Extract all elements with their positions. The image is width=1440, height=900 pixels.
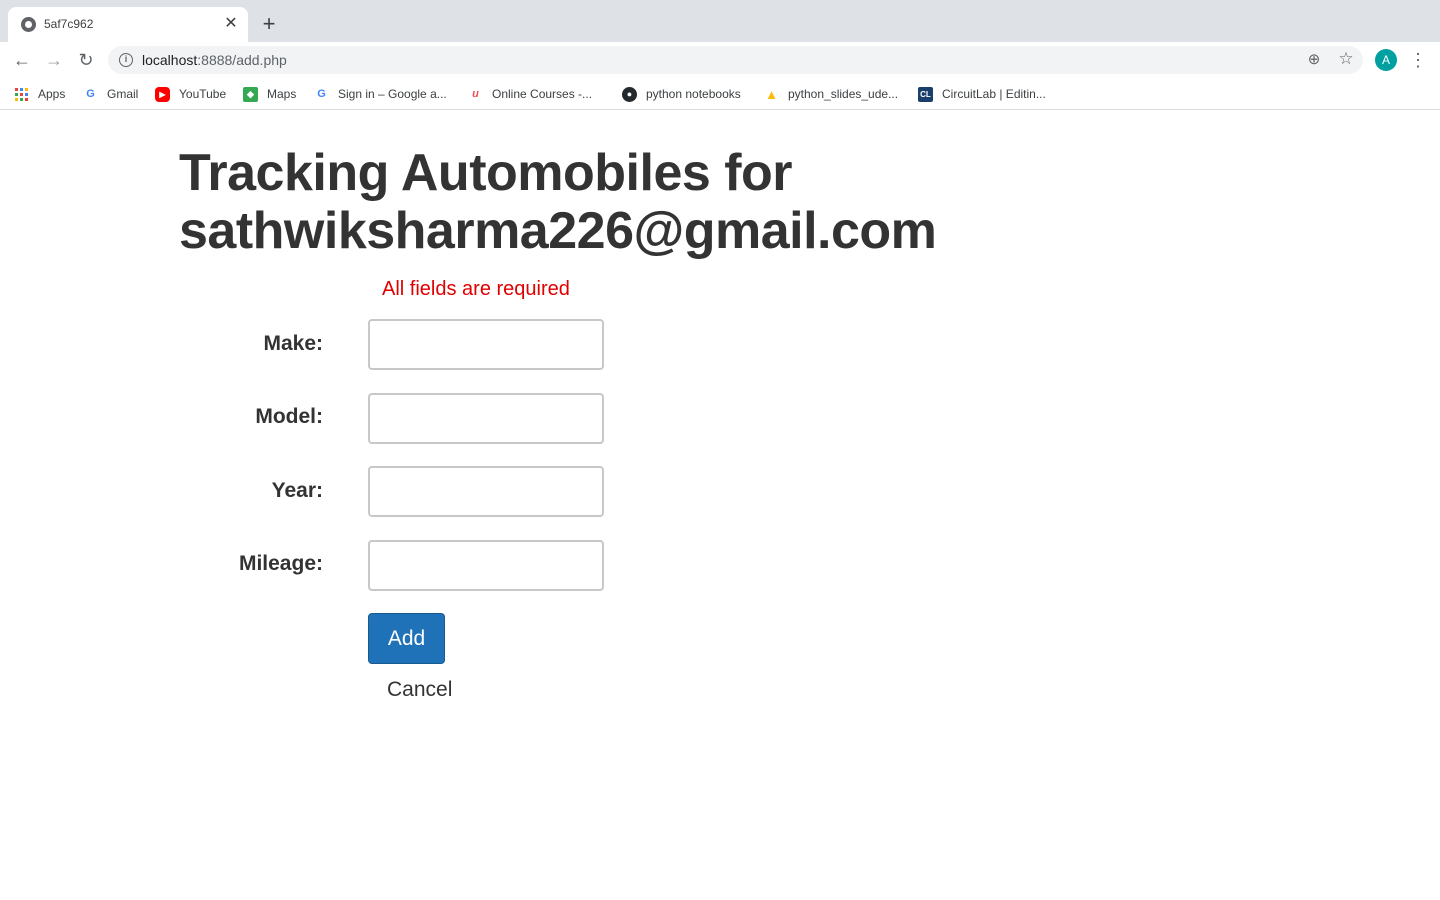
profile-avatar[interactable]: A bbox=[1375, 49, 1397, 71]
apps-grid-icon bbox=[14, 87, 29, 102]
bookmark-youtube[interactable]: ▶ YouTube bbox=[155, 85, 226, 103]
back-arrow-icon[interactable]: ← bbox=[11, 49, 33, 71]
bookmark-google-signin[interactable]: G Sign in – Google a... bbox=[314, 85, 447, 103]
add-button[interactable]: Add bbox=[368, 613, 445, 664]
address-bar[interactable]: i localhost:8888/add.php ⊕ ☆ bbox=[108, 46, 1363, 74]
udemy-icon: u bbox=[472, 87, 479, 100]
tab-favicon-icon bbox=[21, 17, 36, 32]
bookmark-star-icon[interactable]: ☆ bbox=[1337, 50, 1355, 68]
make-input[interactable] bbox=[368, 319, 604, 370]
browser-menu-icon[interactable]: ⋮ bbox=[1409, 49, 1427, 71]
bookmarks-bar: Apps G Gmail ▶ YouTube ◆ Maps G Sign in … bbox=[0, 78, 1440, 110]
google-icon: G bbox=[317, 87, 326, 100]
mileage-label: Mileage: bbox=[238, 552, 323, 575]
tab-title: 5af7c962 bbox=[44, 17, 94, 31]
new-tab-icon[interactable]: + bbox=[258, 13, 280, 35]
browser-toolbar: ← → ↻ i localhost:8888/add.php ⊕ ☆ A ⋮ bbox=[0, 42, 1440, 78]
bookmark-label: python notebooks bbox=[646, 87, 741, 101]
bookmark-gmail[interactable]: G Gmail bbox=[83, 85, 138, 103]
bookmark-label: Gmail bbox=[107, 87, 139, 101]
youtube-icon: ▶ bbox=[155, 86, 170, 102]
tab-strip: 5af7c962 ✕ + bbox=[0, 0, 1440, 42]
site-info-icon[interactable]: i bbox=[119, 53, 133, 67]
github-icon: ● bbox=[622, 86, 637, 102]
drive-icon: ▲ bbox=[765, 86, 778, 102]
reload-icon[interactable]: ↻ bbox=[75, 49, 97, 71]
browser-tab[interactable]: 5af7c962 ✕ bbox=[8, 7, 248, 42]
google-icon: G bbox=[86, 87, 95, 100]
mileage-input[interactable] bbox=[368, 540, 604, 591]
make-label: Make: bbox=[263, 332, 323, 355]
forward-arrow-icon[interactable]: → bbox=[43, 49, 65, 71]
bookmark-online-courses[interactable]: u Online Courses -... bbox=[468, 85, 592, 103]
bookmark-label: Maps bbox=[267, 87, 297, 101]
zoom-icon[interactable]: ⊕ bbox=[1305, 51, 1323, 69]
bookmark-label: CircuitLab | Editin... bbox=[942, 87, 1046, 101]
bookmark-python-slides[interactable]: ▲ python_slides_ude... bbox=[764, 85, 898, 103]
cancel-link[interactable]: Cancel bbox=[387, 678, 452, 702]
bookmark-label: YouTube bbox=[179, 87, 227, 101]
bookmark-label: Sign in – Google a... bbox=[338, 87, 447, 101]
bookmark-label: Apps bbox=[38, 87, 66, 101]
bookmark-apps[interactable]: Apps bbox=[14, 85, 65, 103]
year-input[interactable] bbox=[368, 466, 604, 517]
url-text[interactable]: localhost:8888/add.php bbox=[142, 52, 287, 68]
bookmark-circuitlab[interactable]: CL CircuitLab | Editin... bbox=[918, 85, 1046, 103]
year-label: Year: bbox=[271, 479, 323, 502]
bookmark-label: Online Courses -... bbox=[492, 87, 593, 101]
bookmark-python-notebooks[interactable]: ● python notebooks bbox=[622, 85, 741, 103]
close-tab-icon[interactable]: ✕ bbox=[222, 15, 240, 33]
page-content: Tracking Automobiles for sathwiksharma22… bbox=[0, 111, 1440, 900]
model-label: Model: bbox=[255, 405, 323, 428]
bookmark-label: python_slides_ude... bbox=[788, 87, 899, 101]
maps-icon: ◆ bbox=[243, 86, 258, 102]
circuitlab-icon: CL bbox=[918, 86, 933, 102]
model-input[interactable] bbox=[368, 393, 604, 444]
page-title: Tracking Automobiles for sathwiksharma22… bbox=[179, 144, 937, 260]
error-message: All fields are required bbox=[382, 278, 570, 300]
bookmark-maps[interactable]: ◆ Maps bbox=[243, 85, 296, 103]
